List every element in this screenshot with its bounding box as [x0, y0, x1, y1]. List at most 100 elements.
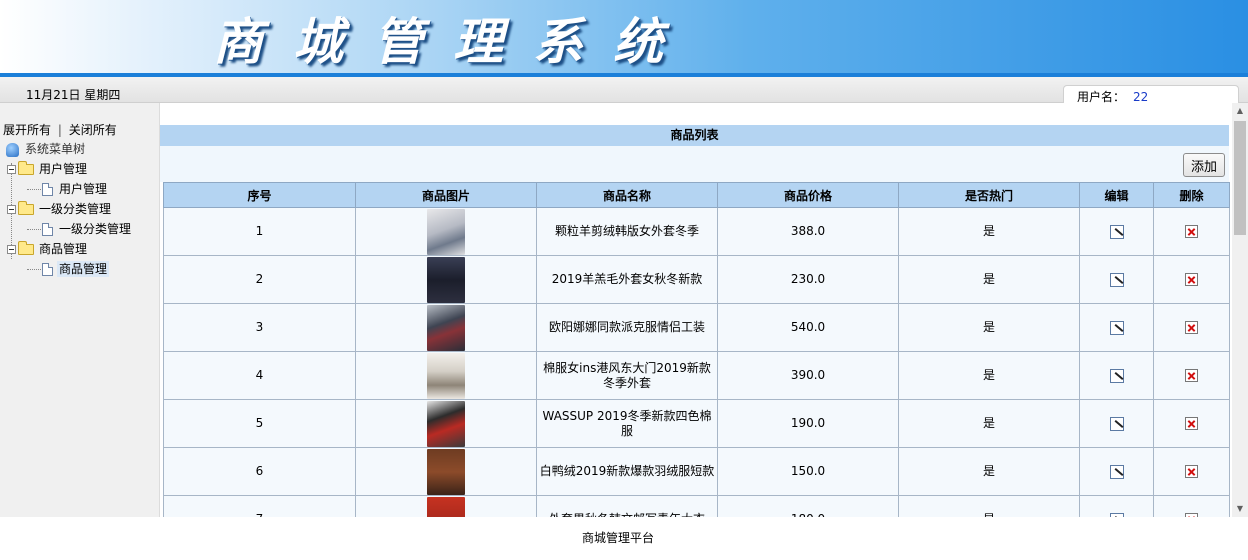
delete-icon[interactable] [1185, 369, 1198, 382]
collapse-all-link[interactable]: 关闭所有 [69, 123, 117, 137]
list-title: 商品列表 [160, 125, 1229, 146]
scroll-down-icon[interactable]: ▼ [1232, 501, 1248, 517]
tree-item-category[interactable]: 一级分类管理 [3, 219, 158, 239]
table-header-row: 序号 商品图片 商品名称 商品价格 是否热门 编辑 删除 [163, 182, 1230, 208]
cell-name: 棉服女ins港风东大门2019新款冬季外套 [536, 351, 718, 400]
delete-icon[interactable] [1185, 273, 1198, 286]
cell-hot: 是 [898, 495, 1080, 517]
user-box: 用户名： 22 [1063, 85, 1239, 104]
product-table: 序号 商品图片 商品名称 商品价格 是否热门 编辑 删除 1 颗粒羊剪绒韩版女外套… [163, 182, 1230, 517]
cell-name: 白鸭绒2019新款爆款羽绒服短款 [536, 447, 718, 496]
edit-icon[interactable] [1109, 368, 1124, 383]
tree-group-category[interactable]: 一级分类管理 [3, 199, 158, 219]
cell-no: 1 [163, 207, 356, 256]
tree-item-label[interactable]: 一级分类管理 [57, 221, 133, 237]
tree-root-icon [6, 142, 19, 157]
user-name[interactable]: 22 [1133, 90, 1148, 104]
document-icon [42, 183, 53, 196]
product-thumbnail[interactable] [427, 256, 465, 303]
cell-hot: 是 [898, 399, 1080, 448]
scroll-up-icon[interactable]: ▲ [1232, 103, 1248, 119]
col-header-hot: 是否热门 [898, 182, 1080, 208]
tree-item-label-selected[interactable]: 商品管理 [57, 261, 110, 277]
current-date: 11月21日 星期四 [26, 88, 121, 102]
delete-icon[interactable] [1185, 225, 1198, 238]
col-header-price: 商品价格 [717, 182, 899, 208]
edit-icon[interactable] [1109, 224, 1124, 239]
cell-delete [1153, 255, 1230, 304]
cell-hot: 是 [898, 255, 1080, 304]
edit-icon[interactable] [1109, 416, 1124, 431]
product-thumbnail[interactable] [427, 400, 465, 447]
tree-group-label[interactable]: 用户管理 [37, 161, 89, 177]
cell-name: 2019羊羔毛外套女秋冬新款 [536, 255, 718, 304]
delete-icon[interactable] [1185, 321, 1198, 334]
cell-price: 190.0 [717, 399, 899, 448]
tree-connector [27, 189, 41, 190]
cell-price: 390.0 [717, 351, 899, 400]
tree-item-products[interactable]: 商品管理 [3, 259, 158, 279]
cell-image [355, 495, 537, 517]
cell-delete [1153, 399, 1230, 448]
cell-delete [1153, 207, 1230, 256]
collapse-icon[interactable] [7, 245, 16, 254]
tree-group-users[interactable]: 用户管理 [3, 159, 158, 179]
col-header-delete: 删除 [1153, 182, 1230, 208]
tree-item-label[interactable]: 用户管理 [57, 181, 109, 197]
cell-price: 230.0 [717, 255, 899, 304]
folder-icon [18, 161, 34, 175]
cell-price: 150.0 [717, 447, 899, 496]
cell-delete [1153, 447, 1230, 496]
scroll-thumb[interactable] [1234, 121, 1246, 235]
collapse-icon[interactable] [7, 205, 16, 214]
separator: | [57, 123, 62, 137]
product-thumbnail[interactable] [427, 208, 465, 255]
cell-delete [1153, 351, 1230, 400]
tree-connector [27, 269, 41, 270]
edit-icon[interactable] [1109, 464, 1124, 479]
tree-group-label[interactable]: 一级分类管理 [37, 201, 113, 217]
cell-image [355, 447, 537, 496]
cell-edit [1079, 207, 1154, 256]
tree-item-users[interactable]: 用户管理 [3, 179, 158, 199]
cell-edit [1079, 351, 1154, 400]
product-thumbnail[interactable] [427, 496, 465, 517]
tree-connector [27, 229, 41, 230]
table-row: 6 白鸭绒2019新款爆款羽绒服短款 150.0 是 [163, 447, 1230, 496]
cell-image [355, 351, 537, 400]
edit-icon[interactable] [1109, 272, 1124, 287]
product-thumbnail[interactable] [427, 352, 465, 399]
expand-all-link[interactable]: 展开所有 [3, 123, 51, 137]
cell-price: 180.0 [717, 495, 899, 517]
table-row: 5 WASSUP 2019冬季新款四色棉服 190.0 是 [163, 399, 1230, 448]
cell-edit [1079, 255, 1154, 304]
cell-edit [1079, 399, 1154, 448]
product-thumbnail[interactable] [427, 448, 465, 495]
col-header-no: 序号 [163, 182, 356, 208]
cell-edit [1079, 495, 1154, 517]
add-button[interactable]: 添加 [1182, 153, 1225, 177]
cell-name: 外套男秋冬韩文邮写青年大衣 [536, 495, 718, 517]
footer-text: 商城管理平台 [582, 531, 655, 545]
tree-group-label[interactable]: 商品管理 [37, 241, 89, 257]
cell-hot: 是 [898, 303, 1080, 352]
cell-no: 6 [163, 447, 356, 496]
menu-tree: 系统菜单树 用户管理 用户管理 一级分类管理 一级分类管理 商品管理 商品管理 [3, 139, 158, 279]
vertical-scrollbar[interactable]: ▲ ▼ [1232, 103, 1248, 517]
cell-no: 7 [163, 495, 356, 517]
table-row: 3 欧阳娜娜同款派克服情侣工装 540.0 是 [163, 303, 1230, 352]
cell-image [355, 207, 537, 256]
edit-icon[interactable] [1109, 320, 1124, 335]
table-row: 4 棉服女ins港风东大门2019新款冬季外套 390.0 是 [163, 351, 1230, 400]
cell-name: 颗粒羊剪绒韩版女外套冬季 [536, 207, 718, 256]
cell-image [355, 303, 537, 352]
col-header-edit: 编辑 [1079, 182, 1154, 208]
cell-price: 388.0 [717, 207, 899, 256]
product-thumbnail[interactable] [427, 304, 465, 351]
tree-group-products[interactable]: 商品管理 [3, 239, 158, 259]
collapse-icon[interactable] [7, 165, 16, 174]
tree-root-label: 系统菜单树 [25, 142, 86, 156]
delete-icon[interactable] [1185, 465, 1198, 478]
folder-icon [18, 241, 34, 255]
delete-icon[interactable] [1185, 417, 1198, 430]
